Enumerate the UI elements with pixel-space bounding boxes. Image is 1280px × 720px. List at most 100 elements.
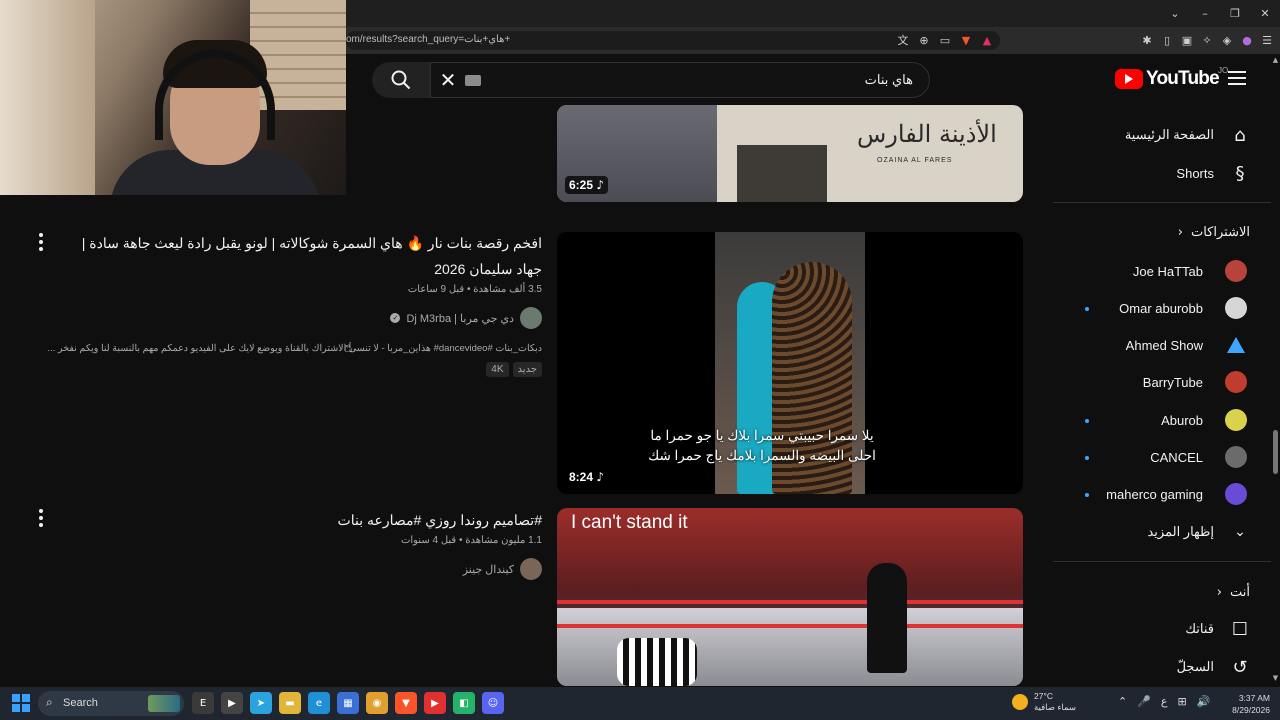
- tray-overflow-icon[interactable]: ⌃: [1118, 695, 1127, 708]
- new-content-dot: [1085, 493, 1089, 497]
- sidebar-item-home[interactable]: الصفحة الرئيسية ⌂: [1125, 119, 1252, 151]
- chevron-down-icon: ⌄: [1234, 524, 1246, 540]
- clock-date: 8/29/2026: [1232, 705, 1270, 715]
- microphone-icon[interactable]: 🎤: [1137, 695, 1151, 708]
- weather-temp: 27°C: [1034, 691, 1053, 701]
- telegram-icon[interactable]: ➤: [250, 692, 272, 714]
- weather-moon-icon: [1012, 694, 1028, 710]
- hamburger-menu-icon[interactable]: [1228, 71, 1246, 85]
- folder-icon[interactable]: ▬: [279, 692, 301, 714]
- sidebar-divider: [1053, 561, 1271, 562]
- sidebar-item-your-channel[interactable]: قناتك ☐: [1185, 613, 1252, 645]
- sidebar-subscription-cancel[interactable]: CANCEL: [1053, 440, 1271, 476]
- extensions-icon[interactable]: ✱: [1140, 31, 1154, 49]
- discord-icon[interactable]: ☺: [482, 692, 504, 714]
- sidebar-subscription-joe-hattab[interactable]: Joe HaTTab: [1053, 254, 1271, 290]
- show-more-button[interactable]: إظهار المزيد ⌄: [1147, 516, 1252, 548]
- sidebar-subscription-aburob[interactable]: Aburob: [1053, 403, 1271, 439]
- scroll-up-icon[interactable]: ▲: [1271, 56, 1280, 64]
- close-window-button[interactable]: ✕: [1250, 0, 1280, 27]
- sidebar: YouTube JO الصفحة الرئيسية ⌂ Shorts § › …: [1053, 54, 1280, 686]
- new-content-dot: [1085, 307, 1089, 311]
- video-title[interactable]: افخم رقصة بنات نار 🔥 هاي السمرة شوكالاته…: [60, 230, 542, 282]
- zoom-icon[interactable]: ⊕: [917, 32, 931, 48]
- cast-icon[interactable]: ▭: [938, 32, 952, 48]
- subscriptions-title: الاشتراكات: [1190, 224, 1250, 239]
- you-header[interactable]: › أنت: [1217, 584, 1250, 600]
- video-duration-badge: 8:24 ♪: [565, 468, 609, 486]
- video-thumbnail[interactable]: يلا سمرا حبيبتي سمرا بلاك يا جو حمرا ما …: [557, 232, 1023, 494]
- video-thumbnail[interactable]: I can't stand it: [557, 508, 1023, 686]
- url-field[interactable]: om/results?search_query=هاي+بنات+ 文 ⊕ ▭ …: [346, 31, 1000, 50]
- channel-name: كيندال جينز: [462, 563, 514, 576]
- brave-icon[interactable]: ▼: [395, 692, 417, 714]
- sidebar-item-label: الصفحة الرئيسية: [1124, 127, 1214, 142]
- taskbar-clock[interactable]: 3:37 AM 8/29/2026: [1222, 692, 1270, 716]
- channel-link[interactable]: دي جي مربا | Dj M3rba ✓: [60, 307, 542, 329]
- profile-icon[interactable]: ●: [1240, 31, 1254, 49]
- store-icon[interactable]: ▦: [337, 692, 359, 714]
- scrollbar-thumb[interactable]: [1273, 430, 1278, 474]
- menu-icon[interactable]: ☰: [1260, 31, 1274, 49]
- epic-icon[interactable]: E: [192, 692, 214, 714]
- search-input[interactable]: ✕ هاي بنات: [430, 62, 930, 98]
- sidebar-item-history[interactable]: السجلّ ↺: [1177, 651, 1252, 683]
- avatar: [1225, 483, 1247, 505]
- video-title[interactable]: #تصاميم روندا روزي #مصارعه بنات: [60, 507, 542, 533]
- game-icon[interactable]: ◧: [453, 692, 475, 714]
- windows-start-icon[interactable]: [12, 694, 30, 712]
- video-thumbnail[interactable]: الأذينة الفارس OZAINA AL FARES 6:25 ♪: [557, 105, 1023, 202]
- caption-line: يلا سمرا حبيبتي سمرا بلاك يا جو حمرا ما: [650, 428, 874, 443]
- volume-icon[interactable]: 🔊: [1197, 695, 1211, 708]
- brave-rewards-icon[interactable]: ▲: [980, 32, 994, 48]
- avatar: [520, 558, 542, 580]
- media-icon[interactable]: ▶: [221, 692, 243, 714]
- clear-search-icon[interactable]: ✕: [437, 68, 459, 92]
- sidebar-icon[interactable]: ▯: [1160, 31, 1174, 49]
- video-meta: #تصاميم روندا روزي #مصارعه بنات 1.1 مليو…: [60, 507, 542, 580]
- leo-icon[interactable]: ✧: [1200, 31, 1214, 49]
- edge-icon[interactable]: e: [308, 692, 330, 714]
- taskbar-search[interactable]: ⌕ Search: [38, 691, 184, 716]
- keyboard-icon[interactable]: [465, 75, 481, 86]
- sidebar-subscription-maherco-gaming[interactable]: maherco gaming: [1053, 477, 1271, 513]
- sidebar-scrollbar[interactable]: ▲ ▼: [1271, 54, 1280, 686]
- search-button[interactable]: [372, 62, 430, 98]
- youtube-play-icon: [1115, 69, 1143, 89]
- tab-search-icon[interactable]: ⌄: [1160, 0, 1190, 27]
- channel-link[interactable]: كيندال جينز: [60, 558, 542, 580]
- maximize-button[interactable]: ❐: [1220, 0, 1250, 27]
- minimize-button[interactable]: –: [1190, 0, 1220, 27]
- network-icon[interactable]: ⊞: [1178, 695, 1187, 708]
- thumbnail-wrestler: [867, 563, 907, 673]
- brave-shield-icon[interactable]: ▼: [959, 32, 973, 48]
- duration-text: 6:25: [569, 178, 594, 192]
- weather-widget[interactable]: 27°C سماء صافية: [1012, 691, 1076, 713]
- vpn-icon[interactable]: ◈: [1220, 31, 1234, 49]
- sidebar-subscription-ahmed-show[interactable]: Ahmed Show: [1053, 328, 1271, 364]
- youtube-app-icon[interactable]: ▶: [424, 692, 446, 714]
- translate-icon[interactable]: 文: [896, 32, 910, 48]
- thumbnail-object: [737, 145, 827, 202]
- chevron-right-icon: ›: [1177, 224, 1183, 240]
- chrome-icon[interactable]: ◉: [366, 692, 388, 714]
- url-icons: 文 ⊕ ▭ ▼ ▲: [896, 32, 994, 48]
- badge-4k: 4K: [486, 362, 509, 377]
- youtube-logo[interactable]: YouTube: [1115, 68, 1220, 90]
- webcam-curtain: [0, 0, 95, 195]
- sidebar-subscription-barrytube[interactable]: BarryTube: [1053, 365, 1271, 401]
- history-icon: ↺: [1232, 656, 1248, 678]
- windows-taskbar: ⌕ Search E ▶ ➤ ▬ e ▦ ◉ ▼ ▶ ◧ ☺ 27°C سماء…: [0, 687, 1280, 720]
- sidebar-item-shorts[interactable]: Shorts §: [1176, 157, 1252, 189]
- thumbnail-referee: [617, 638, 697, 686]
- wallet-icon[interactable]: ▣: [1180, 31, 1194, 49]
- scroll-down-icon[interactable]: ▼: [1271, 674, 1280, 682]
- weather-desc: سماء صافية: [1034, 702, 1076, 712]
- shorts-icon: §: [1235, 162, 1245, 184]
- new-content-dot: [1085, 456, 1089, 460]
- sidebar-subscription-omar-aburobb[interactable]: Omar aburobb: [1053, 291, 1271, 327]
- language-indicator[interactable]: ع: [1161, 695, 1168, 708]
- subscriptions-header[interactable]: › الاشتراكات: [1178, 224, 1250, 240]
- video-options-icon[interactable]: [35, 233, 47, 251]
- video-options-icon[interactable]: [35, 509, 47, 527]
